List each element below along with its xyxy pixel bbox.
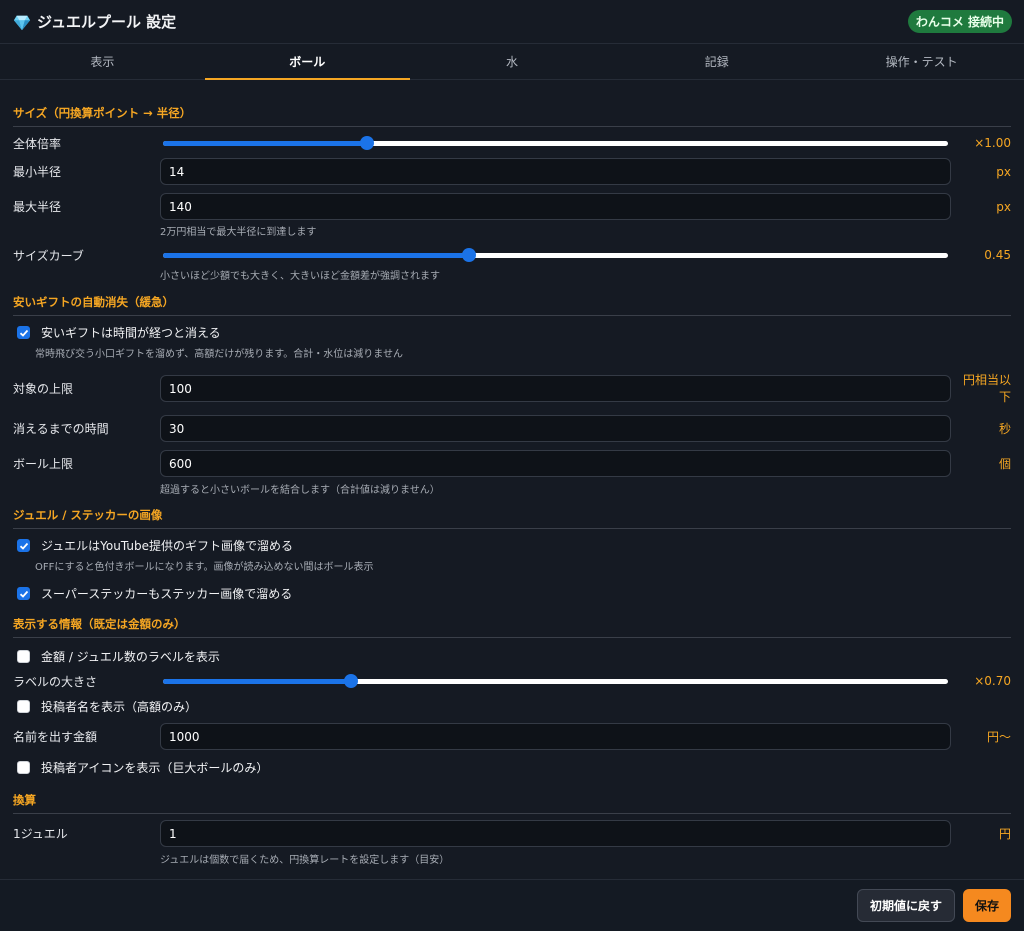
section-title-size: サイズ（円換算ポイント → 半径） bbox=[13, 105, 1011, 127]
max-radius-input[interactable]: 140 bbox=[160, 193, 951, 220]
sticker-image-label: スーパーステッカーもステッカー画像で溜める bbox=[41, 587, 293, 601]
ball-limit-hint: 超過すると小さいボールを結合します（合計値は減りません） bbox=[160, 485, 440, 496]
fade-enable-row[interactable]: 安いギフトは時間が経つと消える bbox=[13, 324, 1011, 341]
amount-label-checkbox[interactable] bbox=[17, 650, 30, 663]
amount-label-row[interactable]: 金額 / ジュエル数のラベルを表示 bbox=[13, 648, 1011, 665]
gem-icon bbox=[13, 15, 31, 30]
max-radius-unit: px bbox=[996, 199, 1011, 214]
jewel-rate-hint: ジュエルは個数で届くため、円換算レートを設定します（目安） bbox=[160, 855, 450, 866]
poster-icon-checkbox[interactable] bbox=[17, 761, 30, 774]
reset-button[interactable]: 初期値に戻す bbox=[856, 889, 955, 922]
header: ジュエルプール 設定 わんコメ 接続中 bbox=[0, 0, 1024, 44]
label-size-value: ×0.70 bbox=[974, 674, 1011, 688]
app-title: ジュエルプール 設定 bbox=[13, 11, 176, 32]
ball-limit-row: ボール上限 600 個 bbox=[13, 450, 1011, 477]
slider-fill bbox=[163, 679, 352, 684]
tab-bar: 表示 ボール 水 記録 操作・テスト bbox=[0, 44, 1024, 80]
curve-label: サイズカーブ bbox=[13, 248, 84, 263]
poster-name-checkbox[interactable] bbox=[17, 700, 30, 713]
section-title-images: ジュエル / ステッカーの画像 bbox=[13, 507, 1011, 529]
slider-thumb[interactable] bbox=[360, 136, 375, 150]
jewel-rate-label: 1ジュエル bbox=[13, 827, 68, 841]
max-radius-hint: 2万円相当で最大半径に到達します bbox=[160, 227, 317, 238]
curve-value: 0.45 bbox=[984, 248, 1011, 262]
tab-display[interactable]: 表示 bbox=[0, 44, 205, 79]
jewel-image-row[interactable]: ジュエルはYouTube提供のギフト画像で溜める bbox=[13, 537, 1011, 554]
time-unit: 秒 bbox=[998, 422, 1011, 436]
status-badge: わんコメ 接続中 bbox=[907, 10, 1012, 33]
scale-slider[interactable] bbox=[163, 135, 948, 151]
section-title-fade: 安いギフトの自動消失（緩急） bbox=[13, 294, 1011, 316]
poster-icon-label: 投稿者アイコンを表示（巨大ボールのみ） bbox=[41, 761, 269, 775]
label-size-slider[interactable] bbox=[163, 673, 948, 689]
amount-label-text: 金額 / ジュエル数のラベルを表示 bbox=[41, 650, 220, 664]
check-icon bbox=[19, 329, 28, 337]
time-label: 消えるまでの時間 bbox=[13, 422, 109, 436]
label-size-label: ラベルの大きさ bbox=[13, 674, 98, 689]
tab-log[interactable]: 記録 bbox=[614, 44, 819, 79]
limit-label: 対象の上限 bbox=[13, 382, 74, 396]
name-amount-label: 名前を出す金額 bbox=[13, 730, 98, 744]
tab-ball[interactable]: ボール bbox=[204, 44, 410, 80]
poster-icon-row[interactable]: 投稿者アイコンを表示（巨大ボールのみ） bbox=[13, 759, 1011, 776]
section-title-info: 表示する情報（既定は金額のみ） bbox=[13, 616, 1011, 638]
limit-input[interactable]: 100 bbox=[160, 375, 951, 402]
min-radius-label: 最小半径 bbox=[13, 165, 62, 179]
curve-row: サイズカーブ 0.45 bbox=[13, 245, 1011, 265]
name-amount-unit: 円〜 bbox=[986, 730, 1011, 744]
scale-row: 全体倍率 ×1.00 bbox=[13, 133, 1011, 153]
jewel-rate-unit: 円 bbox=[998, 827, 1011, 841]
min-radius-row: 最小半径 14 px bbox=[13, 158, 1011, 185]
min-radius-unit: px bbox=[996, 164, 1011, 179]
tab-water[interactable]: 水 bbox=[410, 44, 615, 79]
sticker-image-checkbox[interactable] bbox=[17, 587, 30, 600]
slider-thumb[interactable] bbox=[344, 674, 359, 688]
label-size-row: ラベルの大きさ ×0.70 bbox=[13, 671, 1011, 691]
fade-enable-label: 安いギフトは時間が経つと消える bbox=[41, 326, 221, 340]
jewel-image-checkbox[interactable] bbox=[17, 539, 30, 552]
save-button[interactable]: 保存 bbox=[962, 889, 1011, 922]
curve-slider[interactable] bbox=[163, 247, 948, 263]
limit-unit: 円相当以下 bbox=[962, 372, 1011, 404]
limit-row: 対象の上限 100 円相当以下 bbox=[13, 373, 1011, 404]
tab-operation-test[interactable]: 操作・テスト bbox=[819, 44, 1024, 79]
ball-limit-input[interactable]: 600 bbox=[160, 450, 951, 477]
section-title-conversion: 換算 bbox=[13, 792, 1011, 814]
ball-limit-label: ボール上限 bbox=[13, 457, 74, 471]
max-radius-label: 最大半径 bbox=[13, 200, 62, 214]
time-row: 消えるまでの時間 30 秒 bbox=[13, 415, 1011, 442]
slider-fill bbox=[163, 253, 470, 258]
fade-enable-checkbox[interactable] bbox=[17, 326, 30, 339]
settings-panel: サイズ（円換算ポイント → 半径） 全体倍率 ×1.00 最小半径 14 px … bbox=[0, 81, 1024, 879]
min-radius-input[interactable]: 14 bbox=[160, 158, 951, 185]
slider-fill bbox=[163, 141, 368, 146]
footer-bar: 初期値に戻す 保存 bbox=[0, 879, 1024, 931]
scale-value: ×1.00 bbox=[974, 136, 1011, 150]
jewel-image-label: ジュエルはYouTube提供のギフト画像で溜める bbox=[41, 539, 293, 553]
app-title-text: ジュエルプール 設定 bbox=[37, 13, 177, 31]
check-icon bbox=[19, 590, 28, 598]
time-input[interactable]: 30 bbox=[160, 415, 951, 442]
jewel-rate-input[interactable]: 1 bbox=[160, 820, 951, 847]
curve-hint: 小さいほど少額でも大きく、大きいほど金額差が強調されます bbox=[160, 271, 440, 282]
poster-name-label: 投稿者名を表示（高額のみ） bbox=[41, 700, 198, 714]
jewel-image-hint: OFFにすると色付きボールになります。画像が読み込めない間はボール表示 bbox=[35, 562, 374, 573]
slider-thumb[interactable] bbox=[462, 248, 477, 262]
poster-name-row[interactable]: 投稿者名を表示（高額のみ） bbox=[13, 698, 1011, 715]
fade-enable-hint: 常時飛び交う小口ギフトを溜めず、高額だけが残ります。合計・水位は減りません bbox=[35, 349, 403, 360]
name-amount-row: 名前を出す金額 1000 円〜 bbox=[13, 723, 1011, 750]
jewel-rate-row: 1ジュエル 1 円 bbox=[13, 820, 1011, 847]
check-icon bbox=[19, 542, 28, 550]
name-amount-input[interactable]: 1000 bbox=[160, 723, 951, 750]
scale-label: 全体倍率 bbox=[13, 136, 62, 151]
ball-limit-unit: 個 bbox=[998, 457, 1011, 471]
max-radius-row: 最大半径 140 px bbox=[13, 193, 1011, 220]
sticker-image-row[interactable]: スーパーステッカーもステッカー画像で溜める bbox=[13, 585, 1011, 602]
